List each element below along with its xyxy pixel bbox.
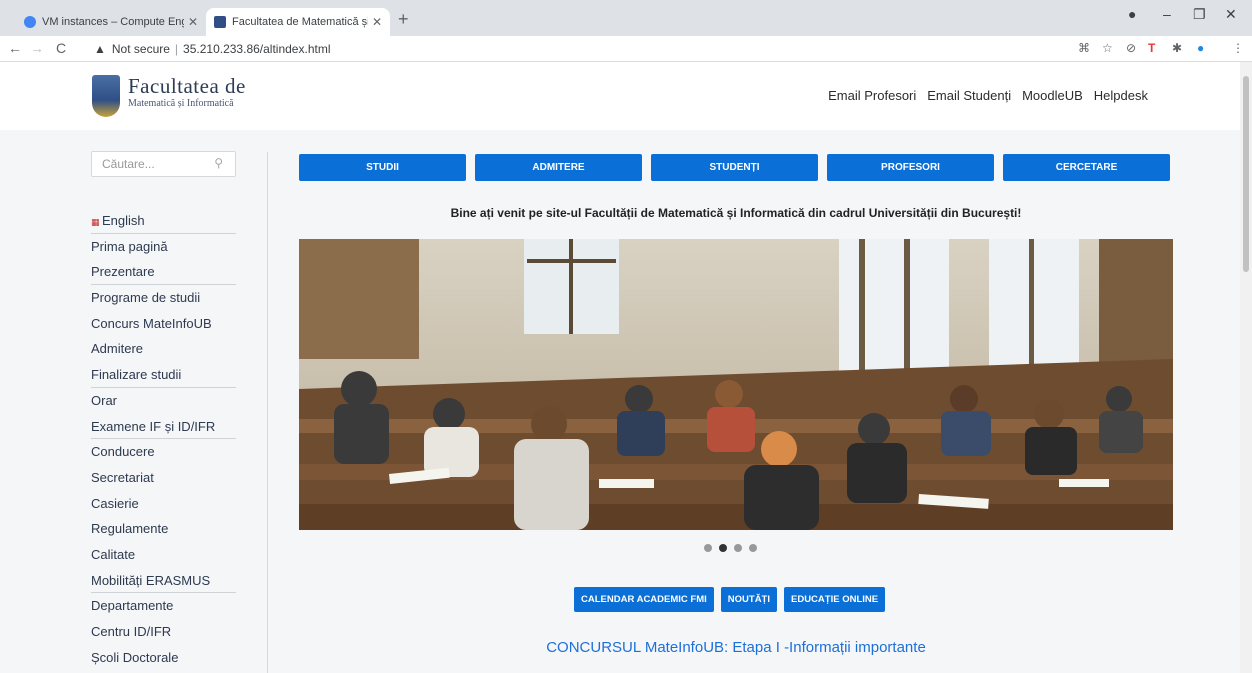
- sidebar-item-orar[interactable]: Orar: [91, 388, 236, 414]
- carousel-dot-1[interactable]: [704, 544, 712, 552]
- scrollbar-thumb[interactable]: [1243, 76, 1249, 272]
- tab-facultatea[interactable]: Facultatea de Matematică și Informatică …: [206, 8, 390, 36]
- sidebar-item-english[interactable]: ▦ English: [91, 208, 236, 234]
- extension-icon[interactable]: ⊘: [1126, 41, 1136, 55]
- close-window-icon[interactable]: ✕: [1225, 6, 1237, 23]
- sidebar-item-concurs[interactable]: Concurs MateInfoUB: [91, 311, 236, 337]
- nav-studenti-button[interactable]: STUDENȚI: [651, 154, 818, 181]
- news-headline[interactable]: CONCURSUL MateInfoUB: Etapa I -Informați…: [299, 639, 1173, 656]
- sidebar-item-regulamente[interactable]: Regulamente: [91, 516, 236, 542]
- topnav-email-profesori[interactable]: Email Profesori: [828, 88, 916, 103]
- url-field[interactable]: ▲ Not secure | 35.210.233.86/altindex.ht…: [94, 39, 1054, 59]
- sidebar-item-secretariat[interactable]: Secretariat: [91, 465, 236, 491]
- carousel-indicators: [704, 544, 757, 552]
- sidebar-item-admitere[interactable]: Admitere: [91, 336, 236, 362]
- translate-icon[interactable]: ⌘: [1078, 41, 1090, 55]
- maximize-icon[interactable]: ❐: [1193, 6, 1206, 23]
- sidebar-item-programe[interactable]: Programe de studii: [91, 285, 236, 311]
- topnav-helpdesk[interactable]: Helpdesk: [1094, 88, 1148, 103]
- nav-admitere-button[interactable]: ADMITERE: [475, 154, 642, 181]
- tp-extension-icon[interactable]: T: [1148, 41, 1155, 55]
- main-navigation: STUDII ADMITERE STUDENȚI PROFESORI CERCE…: [299, 154, 1170, 181]
- nav-profesori-button[interactable]: PROFESORI: [827, 154, 994, 181]
- sidebar-item-calitate[interactable]: Calitate: [91, 542, 236, 568]
- welcome-message: Bine ați venit pe site-ul Facultății de …: [450, 206, 1022, 220]
- carousel-dot-4[interactable]: [749, 544, 757, 552]
- search-input[interactable]: Căutare... ⚲: [91, 151, 236, 177]
- topnav-email-studenti[interactable]: Email Studenți: [927, 88, 1011, 103]
- warning-icon: ▲: [94, 42, 106, 56]
- carousel-dot-2-active[interactable]: [719, 544, 727, 552]
- nav-studii-button[interactable]: STUDII: [299, 154, 466, 181]
- menu-icon[interactable]: ⋮: [1232, 41, 1244, 55]
- university-favicon-icon: [214, 16, 226, 28]
- bookmark-star-icon[interactable]: ☆: [1102, 41, 1113, 55]
- carousel-dot-3[interactable]: [734, 544, 742, 552]
- carousel-slide-image[interactable]: [299, 239, 1173, 530]
- noutati-button[interactable]: NOUTĂȚI: [720, 587, 777, 612]
- security-status: Not secure: [111, 42, 170, 56]
- quick-links: CALENDAR ACADEMIC FMI NOUTĂȚI EDUCAȚIE O…: [574, 587, 886, 612]
- sidebar-item-examene[interactable]: Examene IF și ID/IFR: [91, 414, 236, 440]
- sidebar-item-finalizare[interactable]: Finalizare studii: [91, 362, 236, 388]
- calendar-academic-button[interactable]: CALENDAR ACADEMIC FMI: [574, 587, 714, 612]
- sidebar-item-centru-id[interactable]: Centru ID/IFR: [91, 619, 236, 645]
- sidebar-item-scoli-doctorale[interactable]: Școli Doctorale: [91, 645, 236, 671]
- sidebar-divider: [267, 152, 268, 673]
- tab-title: VM instances – Compute Engine: [42, 16, 184, 28]
- close-tab-icon[interactable]: ✕: [372, 15, 382, 29]
- site-header: Facultatea de Matematică și Informatică …: [0, 62, 1240, 130]
- sidebar-item-conducere[interactable]: Conducere: [91, 439, 236, 465]
- avatar-icon[interactable]: ●: [1197, 41, 1204, 55]
- minimize-icon[interactable]: –: [1163, 6, 1171, 22]
- topnav-moodleub[interactable]: MoodleUB: [1022, 88, 1083, 103]
- search-icon[interactable]: ⚲: [214, 156, 223, 170]
- sidebar-item-casierie[interactable]: Casierie: [91, 491, 236, 517]
- browser-tab-bar: VM instances – Compute Engine ✕ Facultat…: [0, 0, 1252, 36]
- compute-engine-icon: [24, 16, 36, 28]
- url-text: 35.210.233.86/altindex.html: [183, 42, 331, 56]
- tab-vm-instances[interactable]: VM instances – Compute Engine ✕: [16, 8, 206, 36]
- back-icon[interactable]: ←: [8, 40, 22, 56]
- sidebar-item-departamente[interactable]: Departamente: [91, 593, 236, 619]
- nav-cercetare-button[interactable]: CERCETARE: [1003, 154, 1170, 181]
- lecture-hall-photo: [299, 239, 1173, 530]
- top-navigation: Email Profesori Email Studenți MoodleUB …: [828, 88, 1148, 103]
- address-bar: ← → C ▲ Not secure | 35.210.233.86/altin…: [0, 36, 1252, 62]
- sidebar-item-prima-pagina[interactable]: Prima pagină: [91, 234, 236, 260]
- new-tab-icon[interactable]: +: [398, 9, 409, 30]
- educatie-online-button[interactable]: EDUCAȚIE ONLINE: [784, 587, 886, 612]
- logo-title[interactable]: Facultatea de: [128, 74, 246, 99]
- university-crest-logo[interactable]: [92, 75, 120, 117]
- sidebar-menu: ▦ English Prima pagină Prezentare Progra…: [91, 208, 236, 670]
- sidebar-item-erasmus[interactable]: Mobilități ERASMUS: [91, 568, 236, 594]
- divider: |: [174, 42, 179, 56]
- search-placeholder: Căutare...: [102, 157, 155, 171]
- close-tab-icon[interactable]: ✕: [188, 15, 198, 29]
- tab-title: Facultatea de Matematică și Informatică: [232, 16, 368, 28]
- reload-icon[interactable]: C: [56, 40, 66, 56]
- sidebar-item-label: English: [102, 213, 145, 228]
- sidebar-item-prezentare[interactable]: Prezentare: [91, 259, 236, 286]
- puzzle-icon[interactable]: ✱: [1172, 41, 1182, 55]
- forward-icon[interactable]: →: [30, 40, 44, 56]
- logo-subtitle[interactable]: Matematică și Informatică: [128, 98, 234, 109]
- profile-icon[interactable]: ●: [1128, 6, 1136, 22]
- uk-flag-icon: ▦: [91, 217, 103, 227]
